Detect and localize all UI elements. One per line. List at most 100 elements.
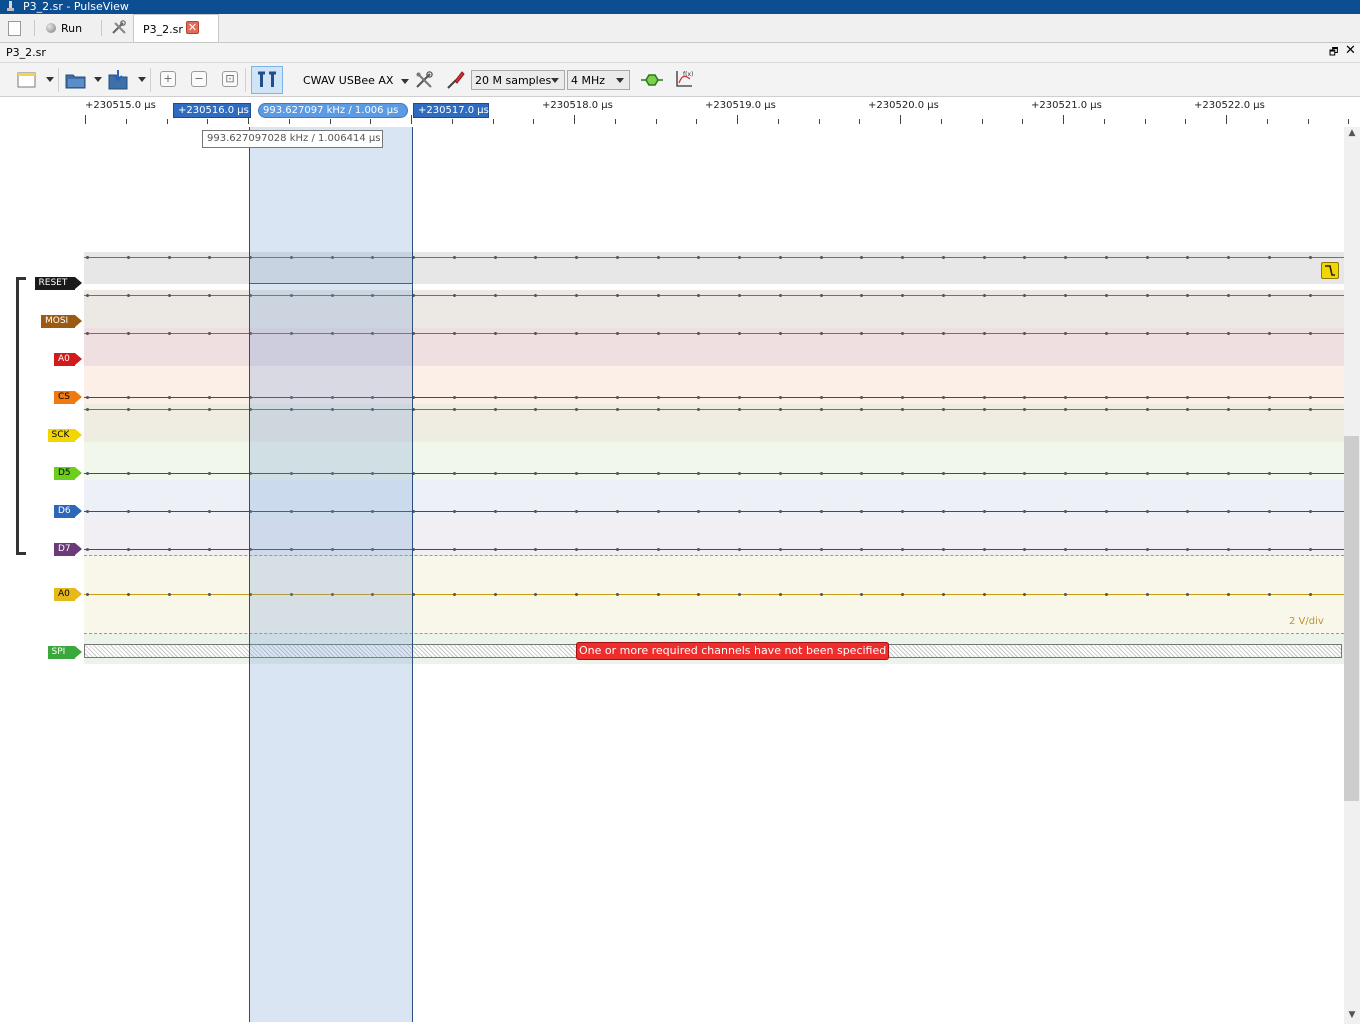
ruler-tick bbox=[859, 119, 861, 124]
sample-dot bbox=[167, 332, 171, 335]
sample-dot bbox=[901, 548, 904, 551]
open-file-button[interactable] bbox=[64, 69, 102, 91]
samplerate-select[interactable]: 4 MHz bbox=[567, 70, 630, 90]
ruler-tick bbox=[1185, 119, 1187, 124]
sample-dot bbox=[493, 593, 497, 596]
sample-dot bbox=[1064, 396, 1067, 399]
sample-dot bbox=[452, 396, 456, 399]
device-selector[interactable]: CWAV USBee AX bbox=[297, 72, 409, 90]
ruler-tick bbox=[166, 119, 168, 124]
save-file-button[interactable] bbox=[106, 69, 146, 91]
main-toolbar: + − ⊡ CWAV USBee AX 20 M samples 4 MHz f… bbox=[0, 63, 1360, 97]
zoom-out-icon[interactable]: − bbox=[191, 71, 207, 87]
ruler-label: +230518.0 µs bbox=[542, 100, 613, 111]
cursor-span-flag[interactable]: 993.627097 kHz / 1.006 µs bbox=[258, 103, 408, 118]
channel-group-bracket bbox=[16, 277, 26, 555]
vertical-scrollbar[interactable]: ▲ ▼ bbox=[1344, 127, 1360, 1024]
sample-dot bbox=[941, 294, 945, 297]
ruler-tick bbox=[696, 119, 698, 124]
sample-dot bbox=[167, 294, 171, 297]
settings-tools-icon[interactable] bbox=[110, 20, 128, 36]
sample-dot bbox=[1267, 472, 1271, 475]
sample-dot bbox=[941, 408, 945, 411]
channel-label-cs[interactable]: CS bbox=[54, 391, 82, 404]
ruler-tick bbox=[288, 119, 290, 124]
scrollbar-thumb[interactable] bbox=[1344, 436, 1359, 801]
close-document-icon[interactable]: ✕ bbox=[1345, 43, 1357, 58]
new-view-icon[interactable] bbox=[8, 21, 21, 36]
window-titlebar: P3_2.sr - PulseView bbox=[0, 0, 1360, 14]
sample-dot bbox=[615, 593, 619, 596]
sample-dot bbox=[819, 294, 823, 297]
scroll-down-icon[interactable]: ▼ bbox=[1347, 1010, 1357, 1020]
channel-label-sck[interactable]: SCK bbox=[47, 429, 82, 442]
sample-dot bbox=[1145, 408, 1149, 411]
channel-label-a0[interactable]: A0 bbox=[54, 588, 82, 601]
probe-icon[interactable] bbox=[444, 69, 466, 91]
sample-dot bbox=[615, 294, 619, 297]
decoder-icon[interactable] bbox=[640, 71, 664, 89]
scroll-up-icon[interactable]: ▲ bbox=[1347, 128, 1357, 138]
trigger-falling-edge-icon[interactable] bbox=[1321, 262, 1339, 279]
sample-dot bbox=[941, 396, 945, 399]
time-ruler[interactable]: +230515.0 µs +230518.0 µs +230519.0 µs +… bbox=[84, 97, 1360, 127]
sample-dot bbox=[126, 593, 130, 596]
separator bbox=[245, 68, 246, 92]
sample-count-select[interactable]: 20 M samples bbox=[471, 70, 565, 90]
sample-dot bbox=[86, 593, 89, 596]
document-title: P3_2.sr bbox=[6, 46, 46, 59]
sample-dot bbox=[452, 548, 456, 551]
run-button[interactable]: Run bbox=[46, 20, 82, 36]
configure-device-icon[interactable] bbox=[414, 70, 434, 90]
tab-p3-2-sr[interactable]: P3_2.sr ✕ bbox=[133, 14, 219, 42]
sample-dot bbox=[493, 510, 497, 513]
sample-dot bbox=[1145, 332, 1149, 335]
cursor-right-flag[interactable]: +230517.0 µs bbox=[413, 103, 489, 118]
channel-label-d7[interactable]: D7 bbox=[54, 543, 82, 556]
channel-label-reset[interactable]: RESET bbox=[34, 277, 82, 290]
sample-dot bbox=[901, 472, 904, 475]
cursor-selection[interactable] bbox=[249, 127, 413, 1022]
channel-label-spi[interactable]: SPI bbox=[47, 646, 82, 659]
sample-dot bbox=[575, 593, 578, 596]
ruler-tick bbox=[940, 119, 942, 124]
ruler-tick bbox=[1226, 115, 1227, 124]
sample-dot bbox=[778, 256, 782, 259]
sample-dot bbox=[167, 408, 171, 411]
sample-dot bbox=[738, 256, 741, 259]
zoom-in-icon[interactable]: + bbox=[160, 71, 176, 87]
toggle-cursors-button[interactable] bbox=[251, 66, 283, 94]
float-window-icon[interactable]: 🗗 bbox=[1329, 45, 1341, 58]
ruler-tick bbox=[777, 119, 779, 124]
sample-dot bbox=[901, 396, 904, 399]
sample-dot bbox=[1267, 256, 1271, 259]
sample-dot bbox=[1104, 472, 1108, 475]
sample-dot bbox=[126, 510, 130, 513]
new-session-button[interactable] bbox=[16, 69, 54, 91]
sample-dot bbox=[452, 472, 456, 475]
sample-dot bbox=[738, 472, 741, 475]
ruler-tick bbox=[1063, 115, 1064, 124]
cursor-left-flag[interactable]: +230516.0 µs bbox=[173, 103, 251, 118]
trace-viewport[interactable]: 2 V/div One or more required channels ha… bbox=[84, 127, 1344, 1022]
channel-label-d6[interactable]: D6 bbox=[54, 505, 82, 518]
channel-label-d5[interactable]: D5 bbox=[54, 467, 82, 480]
sample-dot bbox=[1145, 548, 1149, 551]
ruler-tick bbox=[818, 119, 820, 124]
sample-dot bbox=[1267, 408, 1271, 411]
sample-dot bbox=[493, 256, 497, 259]
zoom-fit-icon[interactable]: ⊡ bbox=[222, 71, 238, 87]
sample-dot bbox=[1145, 510, 1149, 513]
sample-dot bbox=[126, 408, 130, 411]
channel-label-mosi[interactable]: MOSI bbox=[41, 315, 82, 328]
sample-dot bbox=[1308, 256, 1312, 259]
channel-label-a0[interactable]: A0 bbox=[54, 353, 82, 366]
sample-dot bbox=[1104, 256, 1108, 259]
sample-dot bbox=[167, 396, 171, 399]
math-icon[interactable]: f(x) bbox=[674, 69, 694, 89]
sample-dot bbox=[575, 332, 578, 335]
sample-dot bbox=[86, 510, 89, 513]
close-tab-icon[interactable]: ✕ bbox=[186, 21, 199, 34]
ruler-tick bbox=[1266, 119, 1268, 124]
ruler-label: +230520.0 µs bbox=[868, 100, 939, 111]
